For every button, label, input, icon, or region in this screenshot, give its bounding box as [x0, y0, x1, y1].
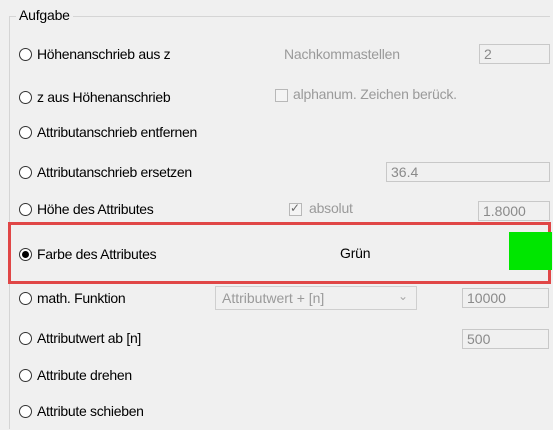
radio-hoehe-des-attributes[interactable]: Höhe des Attributes [19, 198, 154, 220]
radio-indicator[interactable] [19, 125, 32, 139]
radio-attributwert-ab-n[interactable]: Attributwert ab [n] [19, 327, 141, 349]
radio-label: Attributanschrieb entfernen [37, 124, 198, 140]
nachkommastellen-input[interactable]: 2 [479, 44, 550, 64]
height-value-input[interactable]: 1.8000 [478, 201, 550, 221]
radio-attributanschrieb-entfernen[interactable]: Attributanschrieb entfernen [19, 121, 197, 143]
radio-label: Attributanschrieb ersetzen [37, 164, 192, 180]
highlight-box [8, 222, 551, 284]
radio-indicator[interactable] [19, 404, 32, 418]
radio-attribute-drehen[interactable]: Attribute drehen [19, 364, 132, 386]
radio-indicator[interactable] [19, 90, 32, 104]
radio-indicator[interactable] [19, 47, 32, 61]
radio-indicator[interactable] [19, 368, 32, 382]
radio-hoehenanschrieb-aus-z[interactable]: Höhenanschrieb aus z [19, 43, 171, 65]
radio-attributanschrieb-ersetzen[interactable]: Attributanschrieb ersetzen [19, 161, 192, 183]
radio-math-funktion[interactable]: math. Funktion [19, 287, 126, 309]
chevron-down-icon: ⌄ [397, 289, 408, 303]
radio-label: Attribute schieben [37, 403, 144, 419]
color-swatch[interactable] [509, 232, 552, 270]
radio-indicator[interactable] [19, 291, 32, 305]
radio-label: Attribute drehen [37, 367, 132, 383]
math-value-input[interactable]: 10000 [462, 288, 549, 308]
replace-value-input[interactable]: 36.4 [386, 162, 550, 182]
radio-attribute-schieben[interactable]: Attribute schieben [19, 400, 144, 422]
color-name-label: Grün [340, 245, 371, 261]
absolut-checkbox[interactable] [289, 201, 302, 216]
radio-label: z aus Höhenanschrieb [37, 89, 171, 105]
radio-indicator[interactable] [19, 165, 32, 179]
radio-indicator[interactable] [19, 331, 32, 345]
attr-from-value-input[interactable]: 500 [462, 329, 549, 349]
radio-label: Höhe des Attributes [37, 201, 154, 217]
group-title: Aufgabe [16, 7, 73, 23]
math-function-selected: Attributwert + [n] [222, 290, 325, 306]
radio-label: Attributwert ab [n] [37, 330, 142, 346]
absolut-label: absolut [309, 200, 353, 216]
radio-z-aus-hoehenanschrieb[interactable]: z aus Höhenanschrieb [19, 86, 171, 108]
alphanum-label: alphanum. Zeichen berück. [293, 86, 457, 102]
math-function-select[interactable]: Attributwert + [n] ⌄ [215, 286, 417, 310]
radio-label: Höhenanschrieb aus z [37, 46, 171, 62]
radio-indicator[interactable] [19, 202, 32, 216]
radio-label: math. Funktion [37, 290, 126, 306]
alphanum-checkbox[interactable] [275, 89, 288, 102]
nachkommastellen-label: Nachkommastellen [284, 46, 400, 62]
